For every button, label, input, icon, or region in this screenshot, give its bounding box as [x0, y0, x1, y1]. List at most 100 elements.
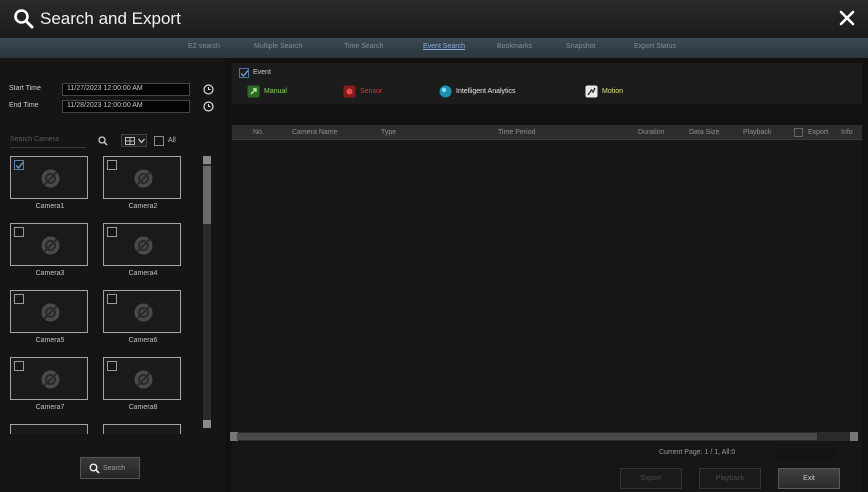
title-bar: Search and Export — [0, 0, 868, 38]
camera-thumbnail[interactable] — [103, 424, 181, 434]
camera-checkbox[interactable] — [14, 160, 24, 170]
export-button[interactable]: Export — [620, 468, 682, 489]
camera-checkbox[interactable] — [14, 294, 24, 304]
camera-tile-partial[interactable] — [103, 424, 183, 434]
camera-thumbnail[interactable] — [10, 357, 88, 400]
event-type-intelligent-analytics[interactable]: Intelligent Analytics — [439, 85, 516, 98]
search-icon[interactable] — [98, 136, 108, 146]
motion-icon — [585, 85, 598, 98]
column-header-export: Export — [808, 129, 829, 136]
tab-export-status[interactable]: Export Status — [634, 43, 676, 50]
tab-ez-search[interactable]: EZ search — [188, 43, 220, 50]
tab-multiple-search[interactable]: Multiple Search — [254, 43, 302, 50]
camera-name: Camera4 — [128, 270, 158, 277]
no-signal-icon — [134, 370, 153, 389]
column-header-camera-name: Camera Name — [292, 129, 338, 136]
camera-thumbnail[interactable] — [103, 290, 181, 333]
camera-tile[interactable]: Camera4 — [103, 223, 183, 285]
exit-button[interactable]: Exit — [778, 468, 840, 489]
column-header-data-size: Data Size — [689, 129, 720, 136]
search-icon — [89, 463, 100, 474]
search-button-label: Search — [103, 465, 126, 472]
camera-name: Camera2 — [128, 203, 158, 210]
chevron-down-icon — [138, 138, 145, 144]
camera-checkbox[interactable] — [107, 294, 117, 304]
start-time-input[interactable]: 11/27/2023 12:00:00 AM — [62, 83, 190, 96]
no-signal-icon — [41, 169, 60, 188]
manual-icon — [247, 85, 260, 98]
playback-button[interactable]: Playback — [699, 468, 761, 489]
camera-checkbox[interactable] — [107, 361, 117, 371]
scroll-up-arrow[interactable] — [203, 156, 211, 164]
tab-snapshot[interactable]: Snapshot — [566, 43, 596, 50]
end-time-input[interactable]: 11/28/2023 12:00:00 AM — [62, 100, 190, 113]
column-header-no: No. — [253, 129, 264, 136]
camera-tile[interactable]: Camera2 — [103, 156, 183, 218]
close-icon[interactable] — [836, 7, 858, 29]
event-type-sensor[interactable]: Sensor — [343, 85, 382, 98]
camera-tile[interactable]: Camera3 — [10, 223, 90, 285]
camera-thumbnail[interactable] — [103, 223, 181, 266]
results-panel: Event Manual Sensor Intelligent Analytic… — [225, 58, 868, 492]
camera-name: Camera3 — [35, 270, 65, 277]
scrollbar-thumb[interactable] — [203, 166, 211, 224]
search-icon — [14, 9, 34, 29]
export-select-all-checkbox[interactable] — [794, 128, 803, 137]
camera-tile-partial[interactable] — [10, 424, 90, 434]
checkmark-icon — [240, 70, 249, 78]
table-header: No. Camera Name Type Time Period Duratio… — [232, 125, 862, 140]
event-type-label: Manual — [264, 88, 287, 95]
column-header-duration: Duration — [638, 129, 665, 136]
event-checkbox[interactable] — [239, 68, 249, 78]
horizontal-scrollbar-thumb[interactable] — [237, 433, 817, 440]
event-type-label: Intelligent Analytics — [456, 88, 516, 95]
camera-tile[interactable]: Camera8 — [103, 357, 183, 419]
tab-bookmarks[interactable]: Bookmarks — [497, 43, 532, 50]
camera-thumbnail[interactable] — [10, 290, 88, 333]
camera-name: Camera6 — [128, 337, 158, 344]
no-signal-icon — [41, 236, 60, 255]
camera-name: Camera5 — [35, 337, 65, 344]
camera-name: Camera1 — [35, 203, 65, 210]
camera-list: Camera1 Camera2 Camera3 Camera4 Camera5 … — [10, 156, 200, 434]
scroll-down-arrow[interactable] — [203, 420, 211, 428]
camera-checkbox[interactable] — [107, 160, 117, 170]
tab-event-search[interactable]: Event Search — [423, 43, 465, 50]
camera-thumbnail[interactable] — [10, 424, 88, 434]
camera-checkbox[interactable] — [14, 361, 24, 371]
tab-time-search[interactable]: Time Search — [344, 43, 383, 50]
select-all-checkbox[interactable] — [154, 136, 164, 146]
column-header-time-period: Time Period — [498, 129, 536, 136]
camera-checkbox[interactable] — [14, 227, 24, 237]
camera-search-input[interactable]: Search Camera — [10, 134, 86, 148]
camera-thumbnail[interactable] — [103, 156, 181, 199]
tab-bar: EZ search Multiple Search Time Search Ev… — [0, 38, 868, 58]
camera-thumbnail[interactable] — [10, 156, 88, 199]
select-all-label: All — [168, 137, 176, 144]
checkmark-icon — [15, 162, 24, 170]
search-button[interactable]: Search — [80, 457, 140, 479]
start-time-label: Start Time — [9, 85, 41, 92]
no-signal-icon — [41, 370, 60, 389]
column-header-playback: Playback — [743, 129, 772, 136]
camera-thumbnail[interactable] — [103, 357, 181, 400]
no-signal-icon — [134, 303, 153, 322]
clock-icon[interactable] — [203, 84, 214, 95]
grid-icon — [125, 137, 135, 145]
camera-tile[interactable]: Camera1 — [10, 156, 90, 218]
camera-tile[interactable]: Camera7 — [10, 357, 90, 419]
event-type-motion[interactable]: Motion — [585, 85, 623, 98]
layout-dropdown[interactable] — [121, 134, 147, 147]
event-type-manual[interactable]: Manual — [247, 85, 287, 98]
end-time-label: End Time — [9, 102, 39, 109]
pagination-controls[interactable] — [775, 447, 835, 459]
event-label: Event — [253, 69, 271, 76]
clock-icon[interactable] — [203, 101, 214, 112]
scroll-right-arrow[interactable] — [850, 432, 858, 441]
no-signal-icon — [41, 303, 60, 322]
camera-tile[interactable]: Camera5 — [10, 290, 90, 352]
camera-tile[interactable]: Camera6 — [103, 290, 183, 352]
camera-thumbnail[interactable] — [10, 223, 88, 266]
camera-name: Camera7 — [35, 404, 65, 411]
camera-checkbox[interactable] — [107, 227, 117, 237]
